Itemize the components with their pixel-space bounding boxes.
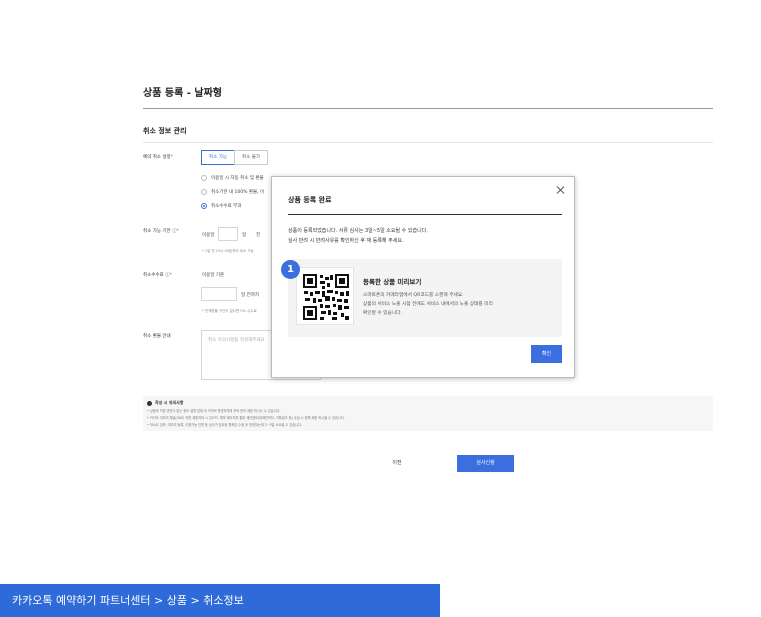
title-divider [143, 108, 713, 109]
cancel-deadline-label-text: 취소 가능 기한 [143, 229, 171, 234]
radio-label: 취소기한 내 100% 환불, 이 [211, 190, 265, 195]
cancel-disallowed-button[interactable]: 취소 불가 [234, 150, 268, 165]
section-title: 취소 정보 관리 [143, 127, 187, 135]
modal-title: 상품 등록 완료 [288, 196, 332, 204]
deadline-day-unit: 일 [242, 233, 247, 238]
notes-box: 작성 시 유의사항 • 상품과 직접 관련이 없는 정보 설명 업체 외 이커브… [143, 396, 713, 431]
radio-label: 취소수수료 부과 [211, 204, 242, 209]
info-icon [147, 400, 152, 406]
fee-note: * 전액환불 구간이 없다면 0% 수수료 [202, 309, 257, 313]
deadline-before-unit: 전 [256, 233, 261, 238]
section-divider [143, 142, 713, 143]
radio-circle-selected[interactable] [201, 203, 207, 209]
deadline-note: * 1일 전 23시 59분까지 취소 가능 [202, 249, 254, 253]
radio-cancel-fee[interactable]: 취소수수료 부과 [201, 203, 241, 209]
notes-title-text: 작성 시 유의사항 [155, 400, 184, 405]
confirm-button[interactable]: 확인 [531, 345, 562, 363]
radio-auto-cancel[interactable]: 이용일 시 자동 취소 및 환불 [201, 175, 264, 181]
breadcrumb-caption: 카카오톡 예약하기 파트너센터 > 상품 > 취소정보 [0, 584, 440, 617]
radio-label: 이용일 시 자동 취소 및 환불 [211, 176, 264, 181]
qr-code [296, 267, 354, 325]
required-mark: * [176, 229, 179, 234]
preview-line: 상품의 서비스 노출 시점 전에도 서비스 내에서의 노출 상태를 미리 [363, 302, 493, 307]
registration-complete-modal: 상품 등록 완료 상품이 등록되었습니다. 서류 심사는 3일~5일 소요될 수… [271, 176, 575, 378]
fee-basis: 이용일 기준 [202, 273, 225, 278]
radio-circle[interactable] [201, 175, 207, 181]
notes-line: • 하소트 입력, 이미지 등록, 이용가능 인원 등 심사가 필요한 항목은 … [147, 423, 302, 427]
step-number-badge: 1 [281, 260, 300, 279]
radio-full-refund[interactable]: 취소기한 내 100% 환불, 이 [201, 189, 264, 195]
cancel-deadline-label: 취소 가능 기한 ⓘ* [143, 228, 179, 234]
fee-days-unit: 일 전까지 [241, 293, 259, 298]
deadline-days-input[interactable] [218, 227, 238, 241]
notes-line: • 상품과 직접 관련이 없는 정보 설명 업체 외 이커브 운영자에게 부탁 … [147, 409, 281, 413]
deadline-prefix: 이용일 [202, 233, 215, 238]
required-mark: * [169, 273, 172, 278]
preview-line: 확인할 수 있습니다. [363, 311, 402, 316]
cancel-toggle-group: 취소 가능 취소 불가 [201, 150, 268, 165]
preview-line: 스마트폰의 카메라앱에서 QR코드를 스캔해 주세요. [363, 293, 464, 298]
cancel-fee-label-text: 취소수수료 [143, 273, 164, 278]
submit-review-button[interactable]: 심사신청 [457, 455, 514, 472]
modal-divider [288, 214, 562, 215]
preview-title: 등록한 상품 미리보기 [363, 278, 422, 286]
close-icon[interactable] [556, 185, 566, 195]
modal-message-line: 상품이 등록되었습니다. 서류 심사는 3일~5일 소요될 수 있습니다. [288, 228, 428, 234]
refund-guide-label: 취소 환불 안내 [143, 334, 171, 339]
modal-message-line: 심사 반려 시 반려사유를 확인하신 후 재 등록해 주세요. [288, 238, 404, 244]
fee-days-input[interactable] [201, 287, 237, 301]
prev-button[interactable]: 이전 [372, 455, 422, 472]
page-title: 상품 등록 - 날짜형 [143, 88, 222, 99]
notes-title: 작성 시 유의사항 [147, 400, 709, 406]
cancel-fee-label: 취소수수료 ⓘ* [143, 272, 172, 278]
notes-line: • 카카오 이외의 채널(SNS) 직원 제휴처와 시 있으므, 예약 페이지를… [147, 416, 345, 420]
cancel-setting-label-text: 예약 취소 설정 [143, 155, 171, 160]
required-mark: * [170, 155, 173, 160]
radio-circle[interactable] [201, 189, 207, 195]
qr-code-icon [303, 274, 349, 320]
cancel-setting-label: 예약 취소 설정* [143, 154, 173, 160]
product-preview-panel: 등록한 상품 미리보기 스마트폰의 카메라앱에서 QR코드를 스캔해 주세요. … [288, 259, 562, 337]
page: 상품 등록 - 날짜형 취소 정보 관리 예약 취소 설정* 취소 가능 취소 … [0, 0, 761, 617]
cancel-allowed-button[interactable]: 취소 가능 [201, 150, 235, 165]
